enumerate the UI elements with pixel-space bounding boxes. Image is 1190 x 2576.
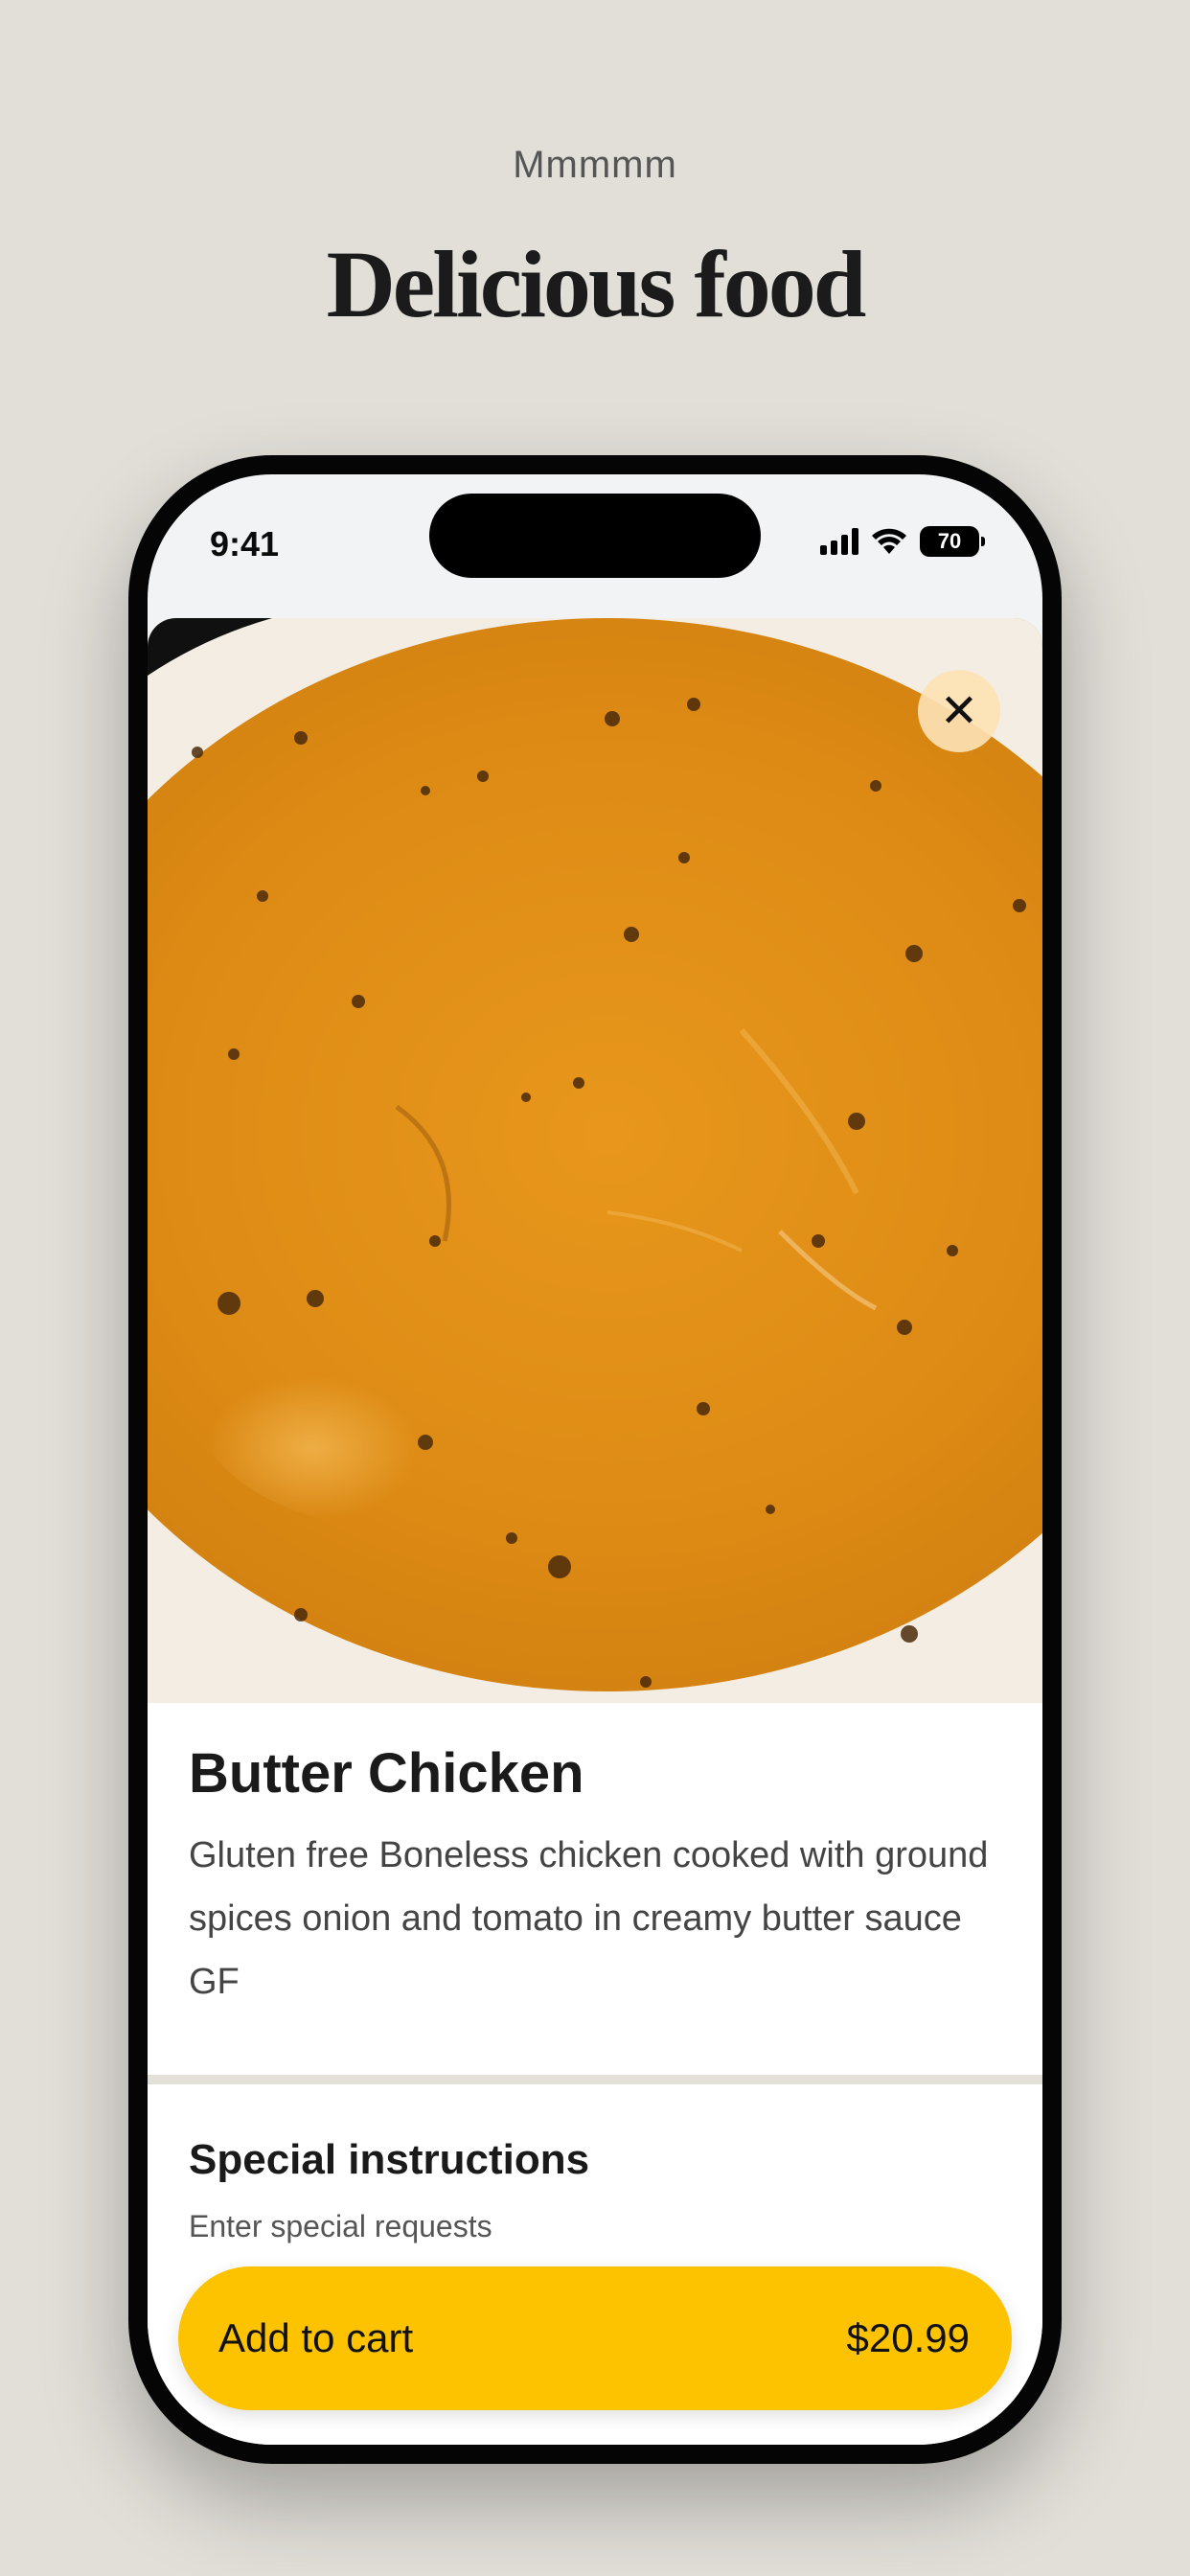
- close-icon: ✕: [939, 686, 979, 737]
- item-detail-sheet: ✕ Butter Chicken Gluten free Boneless ch…: [148, 618, 1042, 2445]
- cart-price: $20.99: [846, 2315, 970, 2360]
- special-instructions-title: Special instructions: [189, 2136, 590, 2183]
- add-to-cart-label: Add to cart: [218, 2315, 414, 2360]
- header-eyebrow: Mmmmm: [513, 144, 677, 186]
- cellular-signal-icon: [820, 528, 858, 555]
- phone-frame: 9:41 70 ✕ Butter Chicken Gluten free Bon…: [128, 455, 1062, 2464]
- phone-screen: 9:41 70 ✕ Butter Chicken Gluten free Bon…: [148, 474, 1042, 2445]
- close-button[interactable]: ✕: [918, 670, 1000, 752]
- dynamic-island: [429, 494, 761, 578]
- butter-chicken-photo: ✕: [148, 618, 1042, 1703]
- status-icons: 70: [820, 524, 985, 559]
- wifi-icon: [872, 528, 906, 554]
- section-divider: [148, 2075, 1042, 2084]
- page-title: Delicious food: [326, 231, 867, 337]
- add-to-cart-button[interactable]: Add to cart $20.99: [178, 2266, 1012, 2410]
- status-time: 9:41: [210, 524, 280, 564]
- special-instructions-input[interactable]: [189, 2209, 859, 2244]
- item-name: Butter Chicken: [189, 1742, 584, 1805]
- battery-icon: 70: [920, 526, 985, 557]
- item-description: Gluten free Boneless chicken cooked with…: [189, 1835, 989, 2002]
- food-image: [148, 618, 1042, 1703]
